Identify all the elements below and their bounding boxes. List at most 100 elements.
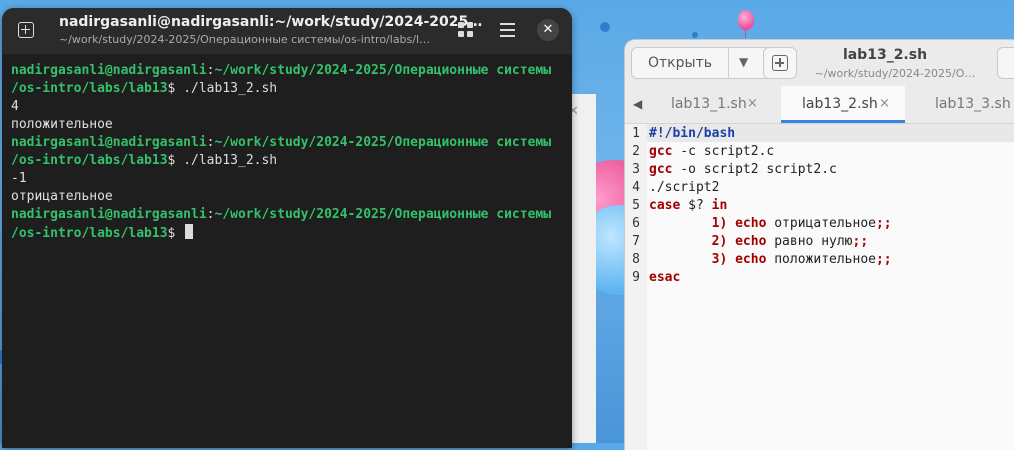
- prompt-user: nadirgasanli@nadirgasanli: [11, 135, 207, 150]
- code-token: #!/bin/bash: [649, 126, 736, 141]
- editor-title: lab13_2.sh: [842, 47, 928, 63]
- terminal-title: nadirgasanli@nadirgasanli:~/work/study/2…: [59, 14, 483, 30]
- desktop-bubble: [692, 32, 698, 38]
- tab-close-icon[interactable]: ×: [747, 96, 758, 111]
- code-token: echo: [735, 252, 767, 267]
- code-token: ;;: [875, 252, 892, 267]
- code-line: esac: [649, 270, 680, 285]
- code-area[interactable]: 1 #!/bin/bash 2 gcc -c script2.c 3 gcc -o scr…: [625, 124, 1014, 450]
- editor-subtitle: ~/work/study/2024-2025/О…: [814, 67, 976, 80]
- line-number: 1: [632, 126, 640, 141]
- new-document-button[interactable]: [763, 47, 797, 79]
- output-text: -1: [11, 171, 27, 186]
- prompt-colon: :: [206, 63, 215, 78]
- text-editor-window: Открыть ▼ lab13_2.sh ~/work/study/2024-2…: [625, 40, 1014, 450]
- tab-close-icon[interactable]: ×: [879, 96, 890, 111]
- code-token: 1): [649, 216, 736, 231]
- prompt-symbol: $: [167, 81, 184, 96]
- tab-overview-icon[interactable]: [458, 22, 474, 38]
- code-token: положительное: [766, 252, 876, 267]
- desktop-balloon: [738, 10, 754, 30]
- prompt-path: ~/work/study/2024-2025/Операционные сист…: [214, 135, 552, 150]
- code-token: echo: [735, 216, 767, 231]
- terminal-window: nadirgasanli@nadirgasanli:~/work/study/2…: [2, 8, 572, 448]
- code-token: -o script2 script2.c: [672, 162, 837, 177]
- code-token: 3): [649, 252, 736, 267]
- terminal-line: положительное: [11, 116, 551, 134]
- terminal-line: /os-intro/labs/lab13$ ./lab13_2.sh: [11, 152, 551, 170]
- code-line: gcc -o script2 script2.c: [649, 162, 837, 177]
- terminal-header-bar: nadirgasanli@nadirgasanli:~/work/study/2…: [2, 8, 572, 54]
- line-number: 7: [632, 234, 640, 249]
- line-number: 3: [632, 162, 640, 177]
- terminal-line: nadirgasanli@nadirgasanli:~/work/study/2…: [11, 62, 551, 80]
- tab-lab13-3[interactable]: lab13_3.sh: [915, 86, 1014, 123]
- code-token: esac: [649, 270, 681, 285]
- editor-tab-bar: ◀ lab13_1.sh × lab13_2.sh × lab13_3.sh: [625, 86, 1014, 124]
- terminal-line: nadirgasanli@nadirgasanli:~/work/study/2…: [11, 206, 551, 224]
- terminal-line: nadirgasanli@nadirgasanli:~/work/study/2…: [11, 134, 551, 152]
- code-token: gcc: [649, 144, 673, 159]
- code-line: gcc -c script2.c: [649, 144, 774, 159]
- desktop-bubble: [600, 22, 610, 32]
- code-token: $?: [680, 198, 712, 213]
- menu-icon[interactable]: [500, 22, 516, 38]
- prompt-user: nadirgasanli@nadirgasanli: [11, 207, 207, 222]
- code-token: gcc: [649, 162, 673, 177]
- prompt-path: /os-intro/labs/lab13: [11, 153, 168, 168]
- terminal-line: /os-intro/labs/lab13$ ./lab13_2.sh: [11, 80, 551, 98]
- open-button-label: Открыть: [648, 55, 712, 71]
- chevron-down-icon[interactable]: ▼: [739, 55, 748, 69]
- code-token: -c script2.c: [672, 144, 775, 159]
- prompt-symbol: $: [167, 153, 184, 168]
- close-button[interactable]: ✕: [537, 19, 559, 41]
- terminal-output[interactable]: nadirgasanli@nadirgasanli:~/work/study/2…: [11, 62, 551, 242]
- prompt-path: ~/work/study/2024-2025/Операционные сист…: [214, 207, 552, 222]
- editor-header-button[interactable]: [997, 47, 1014, 79]
- prompt-user: nadirgasanli@nadirgasanli: [11, 63, 207, 78]
- prompt-symbol: $: [167, 226, 184, 241]
- tab-scroll-left-icon[interactable]: ◀: [633, 97, 642, 111]
- code-line: #!/bin/bash: [649, 126, 735, 141]
- prompt-colon: :: [206, 207, 215, 222]
- open-button-divider: [728, 48, 729, 78]
- code-token: case: [649, 198, 681, 213]
- tab-lab13-1[interactable]: lab13_1.sh ×: [651, 86, 779, 123]
- line-number: 4: [632, 180, 640, 195]
- prompt-path: ~/work/study/2024-2025/Операционные сист…: [214, 63, 552, 78]
- code-token: echo: [735, 234, 767, 249]
- code-line: 3) echo положительное;;: [649, 252, 892, 267]
- code-token: in: [711, 198, 728, 213]
- code-line: 2) echo равно нулю;;: [649, 234, 869, 249]
- tab-label: lab13_2.sh: [802, 96, 878, 112]
- desktop-balloon-string: [745, 30, 746, 38]
- line-number: 9: [632, 270, 640, 285]
- code-line: ./script2: [649, 180, 719, 195]
- code-token: отрицательное: [766, 216, 876, 231]
- terminal-line: отрицательное: [11, 188, 551, 206]
- command-text: ./lab13_2.sh: [183, 81, 278, 96]
- output-text: 4: [11, 99, 19, 114]
- new-tab-icon[interactable]: [18, 22, 34, 38]
- code-token: ;;: [852, 234, 869, 249]
- editor-header-bar: Открыть ▼ lab13_2.sh ~/work/study/2024-2…: [625, 40, 1014, 86]
- open-button[interactable]: Открыть ▼: [631, 47, 779, 79]
- line-number: 5: [632, 198, 640, 213]
- output-text: отрицательное: [11, 189, 113, 204]
- line-number: 6: [632, 216, 640, 231]
- output-text: положительное: [11, 117, 113, 132]
- code-token: ./script2: [649, 180, 720, 195]
- tab-label: lab13_1.sh: [671, 96, 747, 112]
- terminal-line: 4: [11, 98, 551, 116]
- code-token: ;;: [875, 216, 892, 231]
- terminal-cursor: [185, 224, 194, 239]
- terminal-line: -1: [11, 170, 551, 188]
- new-document-icon: [772, 55, 788, 71]
- code-line: case $? in: [649, 198, 727, 213]
- line-number: 2: [632, 144, 640, 159]
- terminal-line: /os-intro/labs/lab13$: [11, 224, 551, 242]
- prompt-path: /os-intro/labs/lab13: [11, 226, 168, 241]
- code-token: равно нулю: [766, 234, 853, 249]
- tab-label: lab13_3.sh: [935, 96, 1011, 112]
- tab-lab13-2[interactable]: lab13_2.sh ×: [781, 86, 905, 123]
